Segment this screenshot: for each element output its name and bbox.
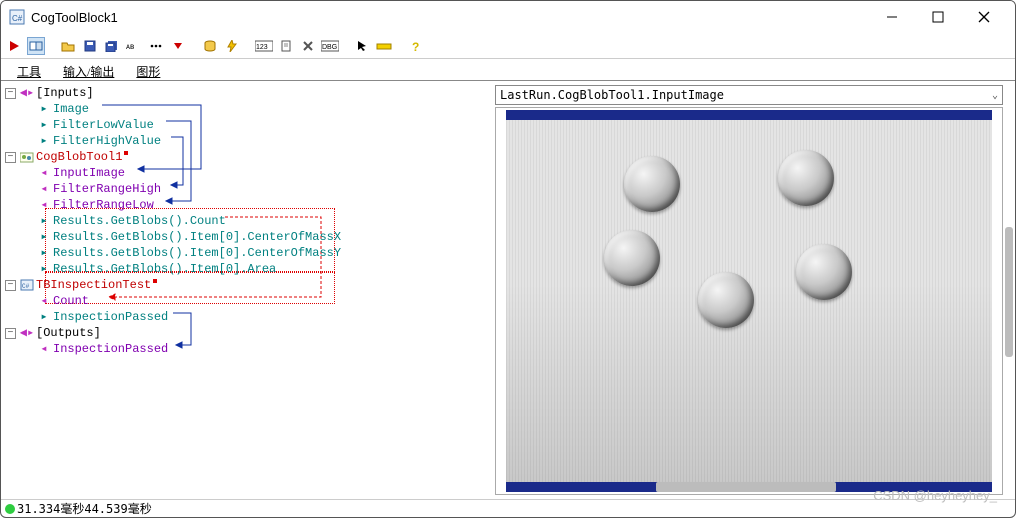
image-path-dropdown[interactable]: LastRun.CogBlobTool1.InputImage ⌄ (495, 85, 1003, 105)
status-text: 31.334毫秒44.539毫秒 (17, 500, 152, 517)
coin (778, 150, 834, 206)
123-icon[interactable]: 123 (255, 37, 273, 55)
pointer-icon[interactable] (353, 37, 371, 55)
svg-text:C#: C# (22, 283, 30, 290)
save-all-icon[interactable] (103, 37, 121, 55)
image-body (506, 120, 992, 482)
tb-label: TBInspectionTest (36, 277, 151, 293)
tree-leaf-out-passed[interactable]: ◂InspectionPassed (5, 341, 491, 357)
coin (698, 272, 754, 328)
in-arrow-icon: ◂ (37, 199, 51, 211)
tabstrip: 工具 输入/输出 图形 (1, 59, 1015, 81)
inputs-label: [Inputs] (36, 85, 94, 101)
tree-leaf-frh[interactable]: ◂FilterRangeHigh (5, 181, 491, 197)
collapse-icon[interactable]: − (5, 280, 16, 291)
doc-icon[interactable] (277, 37, 295, 55)
help-icon[interactable]: ? (407, 37, 425, 55)
collapse-icon[interactable]: − (5, 152, 16, 163)
arrow-icon: ◀▸ (20, 327, 34, 339)
tree-leaf-fhv[interactable]: ▸FilterHighValue (5, 133, 491, 149)
open-icon[interactable] (59, 37, 77, 55)
tab-tools[interactable]: 工具 (7, 61, 51, 80)
horizontal-scrollbar[interactable] (656, 482, 836, 492)
tree-leaf-frl[interactable]: ◂FilterRangeLow (5, 197, 491, 213)
collapse-icon[interactable]: − (5, 88, 16, 99)
flag-icon (153, 279, 157, 283)
out-arrow-icon: ▸ (37, 247, 51, 259)
statusbar: 31.334毫秒44.539毫秒 (1, 499, 1015, 517)
tree-leaf-rcx[interactable]: ▸Results.GetBlobs().Item[0].CenterOfMass… (5, 229, 491, 245)
image-display[interactable] (495, 107, 1003, 495)
chevron-down-icon: ⌄ (992, 90, 998, 101)
outputs-label: [Outputs] (36, 325, 101, 341)
tree-node-outputs[interactable]: − ◀▸ [Outputs] (5, 325, 491, 341)
tree-leaf-image[interactable]: ▸Image (5, 101, 491, 117)
tools-icon[interactable] (299, 37, 317, 55)
window-title: CogToolBlock1 (31, 10, 869, 25)
in-arrow-icon: ◂ (37, 167, 51, 179)
tool-icon (20, 151, 34, 163)
out-arrow-icon: ▸ (37, 215, 51, 227)
vertical-scrollbar[interactable] (1005, 227, 1013, 357)
blob-label: CogBlobTool1 (36, 149, 122, 165)
svg-text:C#: C# (12, 14, 23, 23)
out-arrow-icon: ▸ (37, 119, 51, 131)
status-dot-icon (5, 504, 15, 514)
tree-leaf-rcy[interactable]: ▸Results.GetBlobs().Item[0].CenterOfMass… (5, 245, 491, 261)
app-icon: C# (9, 9, 25, 25)
arrow-down-icon[interactable] (169, 37, 187, 55)
maximize-button[interactable] (915, 1, 961, 33)
tab-io[interactable]: 输入/输出 (53, 61, 124, 80)
tree-leaf-inputimage[interactable]: ◂InputImage (5, 165, 491, 181)
svg-text:ᴀʙ: ᴀʙ (126, 42, 134, 51)
watermark: CSDN @heyheyhey_ (873, 488, 997, 503)
tree-node-tb[interactable]: − C# TBInspectionTest (5, 277, 491, 293)
yellow-bar-icon[interactable] (375, 37, 393, 55)
tree-node-blob[interactable]: − CogBlobTool1 (5, 149, 491, 165)
dots-icon[interactable] (147, 37, 165, 55)
svg-text:?: ? (412, 40, 419, 52)
viewer-pane: LastRun.CogBlobTool1.InputImage ⌄ (491, 81, 1015, 499)
svg-text:DBG: DBG (322, 44, 337, 51)
tree-pane: − ◀▸ [Inputs] ▸Image ▸FilterLowValue ▸Fi… (1, 81, 491, 499)
tab-graphics[interactable]: 图形 (126, 61, 170, 80)
svg-text:123: 123 (256, 44, 268, 51)
dbg-icon[interactable]: DBG (321, 37, 339, 55)
tool-selected-icon[interactable] (27, 37, 45, 55)
tree-leaf-passed[interactable]: ▸InspectionPassed (5, 309, 491, 325)
out-arrow-icon: ▸ (37, 103, 51, 115)
tree-node-inputs[interactable]: − ◀▸ [Inputs] (5, 85, 491, 101)
close-button[interactable] (961, 1, 1007, 33)
out-arrow-icon: ▸ (37, 263, 51, 275)
save-icon[interactable] (81, 37, 99, 55)
tree-leaf-rarea[interactable]: ▸Results.GetBlobs().Item[0].Area (5, 261, 491, 277)
lightning-icon[interactable] (223, 37, 241, 55)
arrow-icon: ◀▸ (20, 87, 34, 99)
out-arrow-icon: ▸ (37, 311, 51, 323)
image-border-top (506, 110, 992, 120)
in-arrow-icon: ◂ (37, 343, 51, 355)
out-arrow-icon: ▸ (37, 135, 51, 147)
db-icon[interactable] (201, 37, 219, 55)
collapse-icon[interactable]: − (5, 328, 16, 339)
toolbar: ᴀʙ 123 DBG ? (1, 33, 1015, 59)
titlebar: C# CogToolBlock1 (1, 1, 1015, 33)
tool-icon: C# (20, 279, 34, 291)
tree-leaf-count[interactable]: ◂Count (5, 293, 491, 309)
coin (604, 230, 660, 286)
minimize-button[interactable] (869, 1, 915, 33)
abc-icon[interactable]: ᴀʙ (125, 37, 143, 55)
in-arrow-icon: ◂ (37, 295, 51, 307)
image-path-text: LastRun.CogBlobTool1.InputImage (500, 88, 992, 102)
flag-icon (124, 151, 128, 155)
tree-leaf-flv[interactable]: ▸FilterLowValue (5, 117, 491, 133)
out-arrow-icon: ▸ (37, 231, 51, 243)
in-arrow-icon: ◂ (37, 183, 51, 195)
coin (624, 156, 680, 212)
tree-leaf-rcount[interactable]: ▸Results.GetBlobs().Count (5, 213, 491, 229)
coin (796, 244, 852, 300)
run-icon[interactable] (5, 37, 23, 55)
